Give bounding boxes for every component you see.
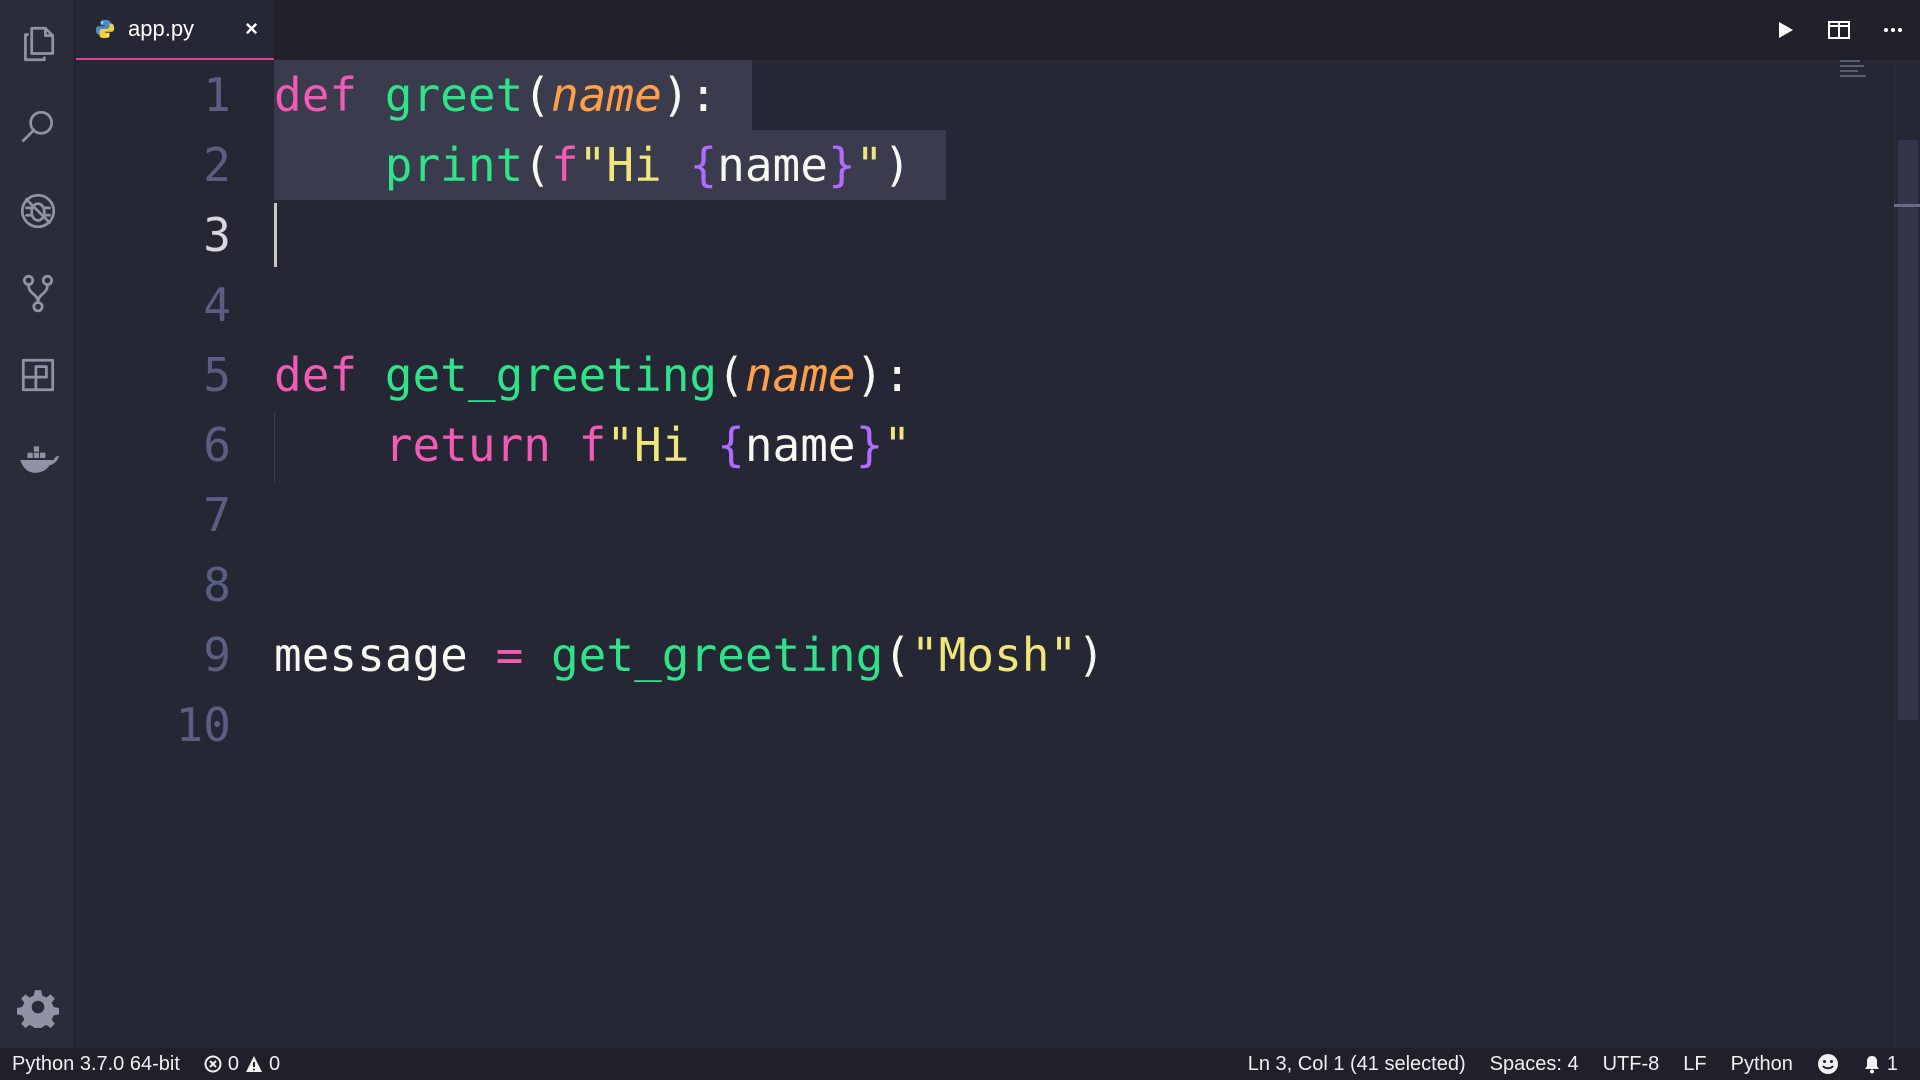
function-name: greet <box>384 68 524 122</box>
line-number: 3 <box>203 208 231 262</box>
line-number: 9 <box>203 628 231 682</box>
search-icon[interactable] <box>0 92 75 162</box>
string: "Hi <box>578 138 690 192</box>
problems-indicator[interactable]: 0 0 <box>192 1053 292 1076</box>
editor-actions <box>1758 0 1920 60</box>
bell-icon <box>1864 1056 1879 1074</box>
punctuation: ( <box>717 348 745 402</box>
error-icon <box>204 1055 222 1073</box>
indentation[interactable]: Spaces: 4 <box>1478 1053 1591 1076</box>
language-mode[interactable]: Python <box>1719 1053 1805 1076</box>
variable: name <box>717 138 828 192</box>
punctuation: ( <box>523 68 551 122</box>
string: "Hi <box>606 418 718 472</box>
line-number: 4 <box>203 278 231 332</box>
run-icon[interactable] <box>1758 0 1812 60</box>
function-name: print <box>384 138 524 192</box>
cursor-position[interactable]: Ln 3, Col 1 (41 selected) <box>1236 1053 1478 1076</box>
scrollbar-thumb[interactable] <box>1898 140 1918 720</box>
punctuation: ) <box>1077 628 1105 682</box>
line-number: 7 <box>203 488 231 542</box>
error-count: 0 <box>227 1052 240 1075</box>
code-text: message = get_greeting("Mosh") <box>274 620 1105 690</box>
brace: } <box>855 418 884 472</box>
end-of-line[interactable]: LF <box>1671 1053 1718 1076</box>
notification-count: 1 <box>1886 1052 1898 1075</box>
keyword: return <box>384 418 551 472</box>
split-editor-icon[interactable] <box>1812 0 1866 60</box>
punctuation: ( <box>523 138 551 192</box>
more-icon[interactable] <box>1866 0 1920 60</box>
debug-icon[interactable] <box>0 176 75 246</box>
explorer-icon[interactable] <box>0 8 75 78</box>
line-number: 5 <box>203 348 231 402</box>
operator: = <box>495 628 524 682</box>
line-number: 1 <box>203 68 231 122</box>
close-icon[interactable]: × <box>245 16 258 42</box>
brace: { <box>689 138 718 192</box>
python-interpreter[interactable]: Python 3.7.0 64-bit <box>0 1053 192 1076</box>
code-text: def greet(name): <box>274 60 717 130</box>
code-line: 10 <box>76 690 1876 760</box>
feedback-smiley-icon[interactable] <box>1805 1053 1851 1075</box>
tab-app-py[interactable]: app.py × <box>76 0 274 60</box>
line-number: 6 <box>203 418 231 472</box>
source-control-icon[interactable] <box>0 258 75 328</box>
brace: { <box>717 418 745 472</box>
string: " <box>855 138 884 192</box>
line-number: 8 <box>203 558 231 612</box>
parameter: name <box>550 68 662 122</box>
vertical-scrollbar[interactable] <box>1894 60 1920 1048</box>
code-line: 9 message = get_greeting("Mosh") <box>76 620 1876 690</box>
code-line: 5 def get_greeting(name): <box>76 340 1876 410</box>
notifications[interactable]: 1 <box>1851 1053 1920 1076</box>
code-text: def get_greeting(name): <box>274 340 911 410</box>
keyword: def <box>274 68 358 122</box>
minimap[interactable] <box>1840 60 1868 80</box>
code-text: print(f"Hi {name}") <box>274 130 911 200</box>
encoding[interactable]: UTF-8 <box>1591 1053 1672 1076</box>
fstring-prefix: f <box>578 418 607 472</box>
gear-icon[interactable] <box>0 972 75 1042</box>
code-editor[interactable]: 1 def greet(name): 2 print(f"Hi {name}")… <box>76 60 1920 1048</box>
variable: name <box>744 418 856 472</box>
extensions-icon[interactable] <box>0 340 75 410</box>
punctuation: ( <box>883 628 912 682</box>
punctuation: ): <box>855 348 912 402</box>
warning-count: 0 <box>269 1052 281 1075</box>
brace: } <box>827 138 856 192</box>
docker-icon[interactable] <box>0 424 75 494</box>
text-cursor <box>274 203 277 267</box>
tab-label: app.py <box>128 16 195 41</box>
code-line: 6 return f"Hi {name}" <box>76 410 1876 480</box>
parameter: name <box>744 348 856 402</box>
punctuation: ): <box>661 68 718 122</box>
warning-icon <box>246 1056 263 1072</box>
code-line: 7 <box>76 480 1876 550</box>
tab-bar: app.py × <box>76 0 1920 60</box>
fstring-prefix: f <box>550 138 579 192</box>
scrollbar-cursor-marker <box>1894 204 1920 207</box>
function-name: get_greeting <box>384 348 718 402</box>
code-line: 4 <box>76 270 1876 340</box>
variable: message <box>274 628 468 682</box>
string: "Mosh" <box>911 628 1078 682</box>
string: " <box>883 418 912 472</box>
code-line: 3 <box>76 200 1876 270</box>
status-bar: Python 3.7.0 64-bit 0 0 Ln 3, Col 1 (41 … <box>0 1048 1920 1080</box>
code-line: 2 print(f"Hi {name}") <box>76 130 1876 200</box>
line-number: 2 <box>203 138 231 192</box>
keyword: def <box>274 348 358 402</box>
code-line: 8 <box>76 550 1876 620</box>
function-name: get_greeting <box>550 628 884 682</box>
python-icon <box>95 19 115 39</box>
activity-bar <box>0 0 75 1048</box>
line-number: 10 <box>175 698 231 752</box>
punctuation: ) <box>883 138 912 192</box>
code-text: return f"Hi {name}" <box>274 410 911 480</box>
code-line: 1 def greet(name): <box>76 60 1876 130</box>
